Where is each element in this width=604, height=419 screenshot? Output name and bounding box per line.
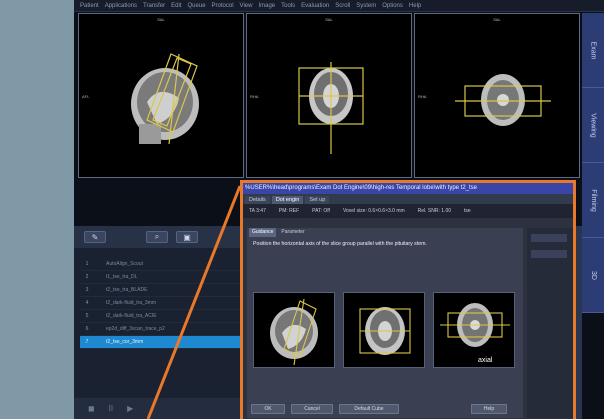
left-margin — [0, 0, 74, 419]
scanner-console: Patient Applications Transfer Edit Queue Prot… — [74, 0, 604, 419]
annotation-pointer — [146, 185, 242, 419]
